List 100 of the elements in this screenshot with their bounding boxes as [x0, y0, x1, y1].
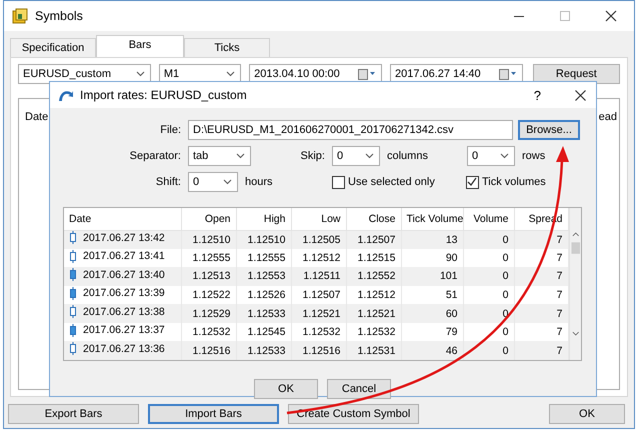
table-cell: 2017.06.27 13:37: [83, 323, 165, 338]
skip-rows-dropdown[interactable]: 0: [467, 146, 515, 166]
field-label: Separator:: [128, 150, 181, 162]
table-cell: 1.12555: [192, 252, 230, 264]
checkbox-label: Tick volumes: [482, 176, 546, 188]
table-cell: 1.12510: [248, 234, 286, 246]
table-cell: 7: [556, 308, 562, 320]
table-cell: 2017.06.27 13:39: [83, 286, 165, 300]
table-cell: 0: [502, 252, 508, 264]
table-cell: 0: [502, 326, 508, 338]
column-header[interactable]: Close: [368, 212, 396, 225]
chevron-icon: [365, 153, 374, 159]
table-cell: 7: [556, 270, 562, 282]
candle-icon: [69, 268, 77, 282]
table-cell: 90: [446, 252, 458, 264]
table-cell: 1.12533: [248, 308, 286, 320]
checkbox[interactable]: [332, 176, 345, 188]
table-cell: 1.12532: [302, 326, 340, 338]
close-icon[interactable]: [575, 90, 586, 100]
table-cell: 7: [556, 344, 562, 357]
candle-icon: [69, 305, 77, 318]
table-cell: 0: [502, 288, 508, 301]
checkbox[interactable]: [466, 176, 479, 188]
table-cell: 1.12512: [358, 288, 396, 301]
table-cell: 1.12545: [248, 326, 286, 338]
chevron-icon: [226, 71, 236, 77]
calendar-icon: [358, 68, 376, 80]
tab[interactable]: Bars: [96, 35, 184, 57]
skip-columns-dropdown[interactable]: 0: [332, 146, 380, 166]
table-cell: 1.12507: [302, 288, 340, 301]
table-cell: 1.12521: [302, 308, 340, 320]
checkbox-label: Use selected only: [348, 176, 435, 188]
table-cell: 1.12510: [192, 234, 230, 246]
column-header[interactable]: Low: [321, 212, 340, 225]
column-header[interactable]: Date: [69, 212, 92, 225]
table-cell: 7: [556, 288, 562, 301]
browse-button[interactable]: Browse...: [518, 120, 580, 140]
cancel-button[interactable]: Cancel: [327, 379, 391, 399]
chevron-icon: [136, 71, 145, 77]
shift-dropdown[interactable]: 0: [188, 172, 238, 192]
table-cell: 60: [446, 308, 458, 320]
tab[interactable]: Specification: [10, 38, 96, 57]
table-cell: 101: [440, 270, 458, 282]
import-bars-button[interactable]: Import Bars: [148, 404, 279, 424]
help-button[interactable]: ?: [534, 88, 541, 102]
table-cell: 2017.06.27 13:40: [83, 268, 165, 282]
table-cell: 7: [556, 252, 562, 264]
table-cell: 1.12526: [248, 288, 286, 301]
table-cell: 13: [446, 234, 458, 246]
candle-icon: [69, 231, 77, 244]
table-cell: 0: [502, 270, 508, 282]
export-bars-button[interactable]: Export Bars: [8, 404, 139, 424]
file-path-field[interactable]: D:\EURUSD_M1_201606270001_201706271342.csv: [188, 120, 513, 140]
table-cell: 7: [556, 234, 562, 246]
table-cell: 1.12516: [302, 344, 340, 357]
column-header[interactable]: High: [264, 212, 286, 225]
table-cell: 51: [446, 288, 458, 301]
table-cell: 1.12516: [192, 344, 230, 357]
column-header[interactable]: Open: [204, 212, 230, 225]
dialog-title: Import rates: EURUSD_custom: [80, 88, 248, 102]
column-header[interactable]: Date: [25, 111, 48, 123]
table-cell: 1.12521: [358, 308, 396, 320]
table-cell: 1.12515: [358, 252, 396, 264]
candle-icon: [69, 342, 77, 356]
chevron-icon: [500, 153, 509, 159]
table-cell: 1.12553: [248, 270, 286, 282]
table-cell: 1.12531: [358, 344, 396, 357]
table-cell: 1.12529: [192, 308, 230, 320]
field-label: columns: [387, 150, 429, 162]
table-cell: 2017.06.27 13:36: [83, 342, 165, 356]
table-cell: 1.12512: [302, 252, 340, 264]
field-label: hours: [245, 176, 274, 188]
table-cell: 46: [446, 344, 458, 357]
table-cell: 1.12532: [358, 326, 396, 338]
table-cell: 1.12505: [302, 234, 340, 246]
ok-button[interactable]: OK: [254, 379, 318, 399]
field-label: File:: [159, 124, 181, 136]
table-cell: 2017.06.27 13:41: [83, 249, 165, 264]
table-cell: 1.12507: [358, 234, 396, 246]
separator-dropdown[interactable]: tab: [188, 146, 251, 166]
table-cell: 1.12513: [192, 270, 230, 282]
candle-icon: [69, 250, 77, 263]
window-title: Symbols: [35, 9, 84, 23]
table-cell: 1.12532: [192, 326, 230, 338]
column-header[interactable]: ead: [598, 111, 617, 123]
table-cell: 1.12522: [192, 288, 230, 301]
field-label: rows: [522, 150, 546, 162]
table-cell: 0: [502, 234, 508, 246]
scrollbar[interactable]: [568, 208, 581, 360]
table-cell: 1.12555: [248, 252, 286, 264]
chevron-icon: [236, 153, 245, 159]
ok-button[interactable]: OK: [549, 404, 625, 424]
app-icon: [12, 8, 28, 24]
table-cell: 1.12511: [303, 270, 340, 282]
candle-icon: [69, 324, 77, 337]
tab[interactable]: Ticks: [184, 38, 270, 57]
table-cell: 1.12533: [248, 344, 286, 357]
field-label: Skip:: [300, 150, 325, 162]
column-header[interactable]: Tick Volume: [406, 212, 464, 225]
column-header[interactable]: Volume: [473, 212, 508, 225]
